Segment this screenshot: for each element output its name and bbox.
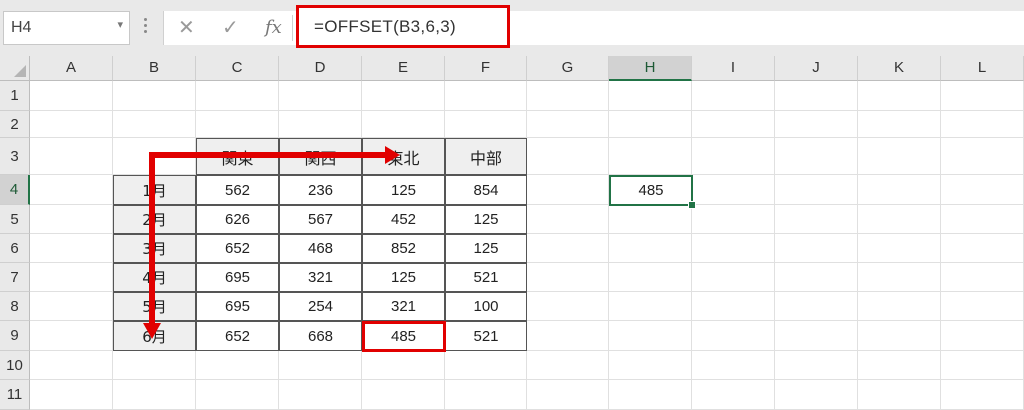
row-header-3[interactable]: 3: [0, 138, 30, 175]
column-header-d[interactable]: D: [279, 56, 362, 81]
row-header-5[interactable]: 5: [0, 205, 30, 234]
gridline-vertical: [691, 81, 692, 410]
table-cell[interactable]: 652: [196, 321, 279, 351]
table-header-cell[interactable]: 中部: [445, 138, 527, 175]
table-cell[interactable]: 652: [196, 234, 279, 263]
table-cell[interactable]: 100: [445, 292, 527, 321]
insert-function-icon[interactable]: fx: [265, 17, 282, 38]
table-cell[interactable]: 125: [362, 175, 445, 205]
table-cell[interactable]: 125: [445, 205, 527, 234]
row-label-cell[interactable]: 3月: [113, 234, 196, 263]
table-cell[interactable]: 321: [362, 292, 445, 321]
table-cell[interactable]: 562: [196, 175, 279, 205]
row-header-4[interactable]: 4: [0, 175, 30, 205]
divider: [292, 15, 293, 41]
table-cell[interactable]: 125: [445, 234, 527, 263]
table-cell[interactable]: 626: [196, 205, 279, 234]
column-header-b[interactable]: B: [113, 56, 196, 81]
table-cell[interactable]: 521: [445, 263, 527, 292]
table-header-cell[interactable]: 関西: [279, 138, 362, 175]
cancel-icon[interactable]: ✕: [178, 15, 195, 39]
column-header-f[interactable]: F: [445, 56, 527, 81]
column-header-h[interactable]: H: [609, 56, 692, 81]
row-header-6[interactable]: 6: [0, 234, 30, 263]
row-header-9[interactable]: 9: [0, 321, 30, 351]
column-header-c[interactable]: C: [196, 56, 279, 81]
row-header-2[interactable]: 2: [0, 111, 30, 138]
column-header-g[interactable]: G: [527, 56, 609, 81]
row-header-7[interactable]: 7: [0, 263, 30, 292]
table-cell[interactable]: 668: [279, 321, 362, 351]
row-header-11[interactable]: 11: [0, 380, 30, 410]
gridline-horizontal: [30, 137, 1024, 138]
formula-text: =OFFSET(B3,6,3): [314, 17, 456, 36]
table-cell[interactable]: 452: [362, 205, 445, 234]
active-cell[interactable]: 485: [609, 175, 693, 206]
gridline-horizontal: [30, 110, 1024, 111]
row-label-cell[interactable]: 2月: [113, 205, 196, 234]
gridline-vertical: [940, 81, 941, 410]
table-header-cell[interactable]: 東北: [362, 138, 445, 175]
column-header-e[interactable]: E: [362, 56, 445, 81]
chevron-down-icon[interactable]: ▾: [117, 18, 123, 31]
formula-bar: H4 ▾ ✕ ✓ fx =OFFSET(B3,6,3): [0, 0, 1024, 56]
gridline-vertical: [774, 81, 775, 410]
row-label-cell[interactable]: 4月: [113, 263, 196, 292]
table-cell[interactable]: 695: [196, 263, 279, 292]
gridline-vertical: [857, 81, 858, 410]
row-header-1[interactable]: 1: [0, 81, 30, 111]
gridline-vertical: [608, 81, 609, 410]
gridline-horizontal: [30, 379, 1024, 380]
table-cell[interactable]: 236: [279, 175, 362, 205]
select-all-icon: [14, 65, 26, 77]
row-header-8[interactable]: 8: [0, 292, 30, 321]
table-cell[interactable]: 254: [279, 292, 362, 321]
row-label-cell[interactable]: 1月: [113, 175, 196, 205]
table-cell[interactable]: 567: [279, 205, 362, 234]
row-label-cell[interactable]: 5月: [113, 292, 196, 321]
name-box[interactable]: H4 ▾: [3, 11, 130, 45]
row-header-10[interactable]: 10: [0, 351, 30, 380]
drag-handle-icon[interactable]: [142, 15, 148, 37]
fill-handle[interactable]: [688, 201, 696, 209]
table-cell[interactable]: 125: [362, 263, 445, 292]
table-cell[interactable]: 521: [445, 321, 527, 351]
table-cell[interactable]: 321: [279, 263, 362, 292]
formula-input[interactable]: =OFFSET(B3,6,3): [296, 5, 510, 48]
table-cell[interactable]: 854: [445, 175, 527, 205]
column-header-i[interactable]: I: [692, 56, 775, 81]
formula-area: ✕ ✓ fx: [163, 11, 1024, 45]
table-cell[interactable]: 468: [279, 234, 362, 263]
table-cell[interactable]: 852: [362, 234, 445, 263]
select-all-button[interactable]: [0, 56, 30, 81]
table-cell[interactable]: 695: [196, 292, 279, 321]
column-header-j[interactable]: J: [775, 56, 858, 81]
column-header-k[interactable]: K: [858, 56, 941, 81]
table-header-cell[interactable]: 関東: [196, 138, 279, 175]
offset-result-highlight: [362, 321, 446, 352]
enter-icon[interactable]: ✓: [222, 15, 239, 39]
column-header-l[interactable]: L: [941, 56, 1024, 81]
name-box-value: H4: [11, 19, 32, 36]
column-header-a[interactable]: A: [30, 56, 113, 81]
row-label-cell[interactable]: 6月: [113, 321, 196, 351]
